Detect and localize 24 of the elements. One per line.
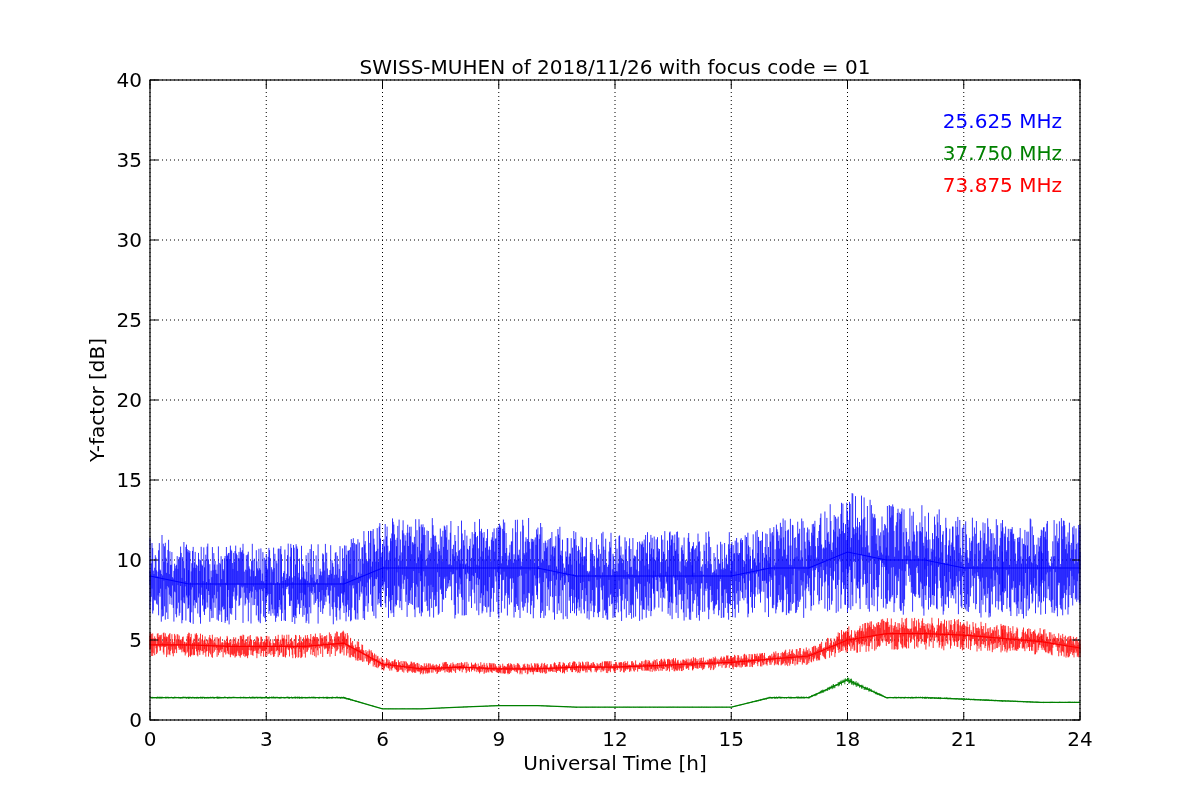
- x-tick-label: 12: [602, 727, 628, 751]
- y-tick-label: 30: [116, 228, 142, 252]
- y-tick-label: 20: [116, 388, 142, 412]
- legend-label: 25.625 MHz: [942, 109, 1062, 133]
- y-tick-label: 15: [116, 468, 142, 492]
- y-tick-label: 40: [116, 68, 142, 92]
- y-axis-label: Y-factor [dB]: [85, 338, 109, 462]
- x-tick-label: 21: [951, 727, 977, 751]
- legend-label: 73.875 MHz: [942, 173, 1062, 197]
- x-tick-label: 9: [492, 727, 506, 751]
- y-tick-label: 25: [116, 308, 142, 332]
- x-tick-label: 18: [834, 727, 861, 751]
- x-tick-label: 24: [1067, 727, 1093, 751]
- x-tick-label: 3: [259, 727, 273, 751]
- x-axis-label: Universal Time [h]: [523, 751, 707, 775]
- chart-title: SWISS-MUHEN of 2018/11/26 with focus code = 01: [359, 55, 871, 79]
- x-tick-label: 0: [143, 727, 157, 751]
- x-tick-label: 15: [718, 727, 744, 751]
- y-tick-label: 10: [116, 548, 142, 572]
- y-tick-label: 35: [116, 148, 142, 172]
- y-tick-label: 0: [129, 708, 142, 732]
- y-tick-label: 5: [129, 628, 142, 652]
- legend-label: 37.750 MHz: [942, 141, 1062, 165]
- x-tick-label: 6: [376, 727, 389, 751]
